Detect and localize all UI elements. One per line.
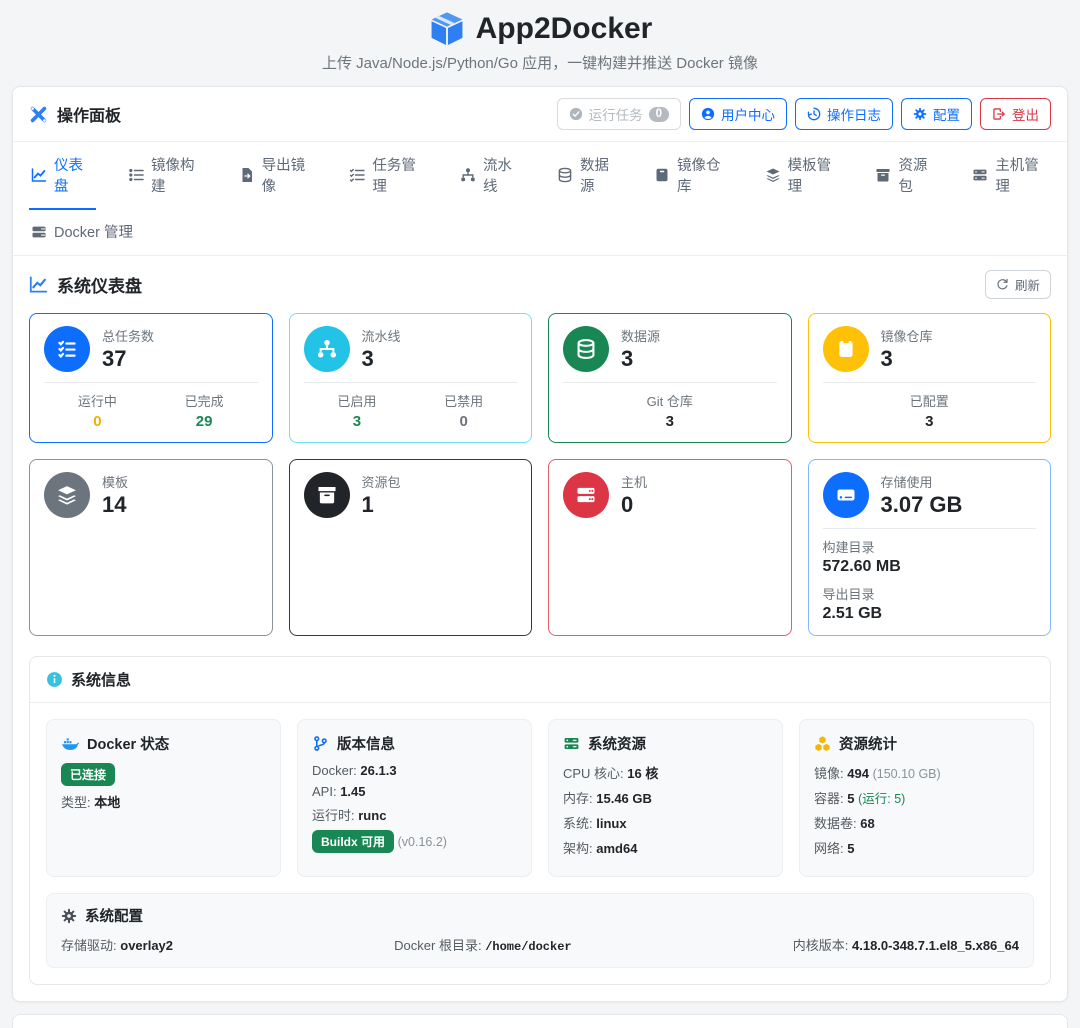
system-resources-card: 系统资源 CPU 核心: 16 核 内存: 15.46 GB 系统: linux… [548,719,783,877]
numbered-list-icon [128,167,144,183]
chart-line-icon [31,167,47,183]
task-checklist-icon [44,326,90,372]
hdd-stack-icon [972,167,988,183]
stat-card-data-source: 数据源3 Git 仓库3 [548,313,792,443]
history-clock-icon [807,107,821,121]
server-icon [563,735,580,752]
app-logo-box-icon [428,10,466,48]
database-icon [563,326,609,372]
tab-template-management[interactable]: 模板管理 [763,142,844,210]
tab-resource-package[interactable]: 资源包 [873,142,940,210]
stat-card-total-tasks: 总任务数37 运行中0 已完成29 [29,313,273,443]
system-info-section: 系统信息 Docker 状态 已连接 类型: 本地 版本信息 Doc [29,656,1051,985]
logout-icon [992,107,1006,121]
gear-icon [61,908,77,924]
stat-cards-grid: 总任务数37 运行中0 已完成29 流水线3 已启用3 已禁用0 [13,311,1067,656]
info-circle-icon [46,671,63,688]
buildx-badge: Buildx 可用 [312,830,394,853]
system-config-card: 系统配置 存储驱动: overlay2 Docker 根目录: /home/do… [46,893,1034,968]
gear-icon [913,107,927,121]
system-dashboard-section: 系统仪表盘 刷新 总任务数37 运行中0 已完成29 [13,256,1067,985]
page: { "colors": { "primary": "#0d6efd", "inf… [0,0,1080,927]
tab-export-image[interactable]: 导出镜像 [237,142,318,210]
storage-details: 构建目录 572.60 MB 导出目录 2.51 GB [823,537,1037,623]
docker-status-card: Docker 状态 已连接 类型: 本地 [46,719,281,877]
stat-card-pipeline: 流水线3 已启用3 已禁用0 [289,313,533,443]
registry-box-icon [654,167,670,183]
app-header: App2Docker 上传 Java/Node.js/Python/Go 应用，… [0,0,1080,73]
tab-image-build[interactable]: 镜像构建 [126,142,207,210]
tab-dashboard[interactable]: 仪表盘 [29,142,96,210]
tab-task-management[interactable]: 任务管理 [347,142,428,210]
docker-whale-icon [61,735,79,753]
stat-card-templates: 模板14 [29,459,273,636]
stat-card-image-registry: 镜像仓库3 已配置3 [808,313,1052,443]
package-box-icon [875,167,891,183]
next-panel-edge [12,1014,1068,1028]
main-tabs: 仪表盘 镜像构建 导出镜像 任务管理 流水线 数据源 [13,142,1067,256]
connected-badge: 已连接 [61,763,115,786]
panel-header: 操作面板 运行任务 0 用户中心 操作日志 配置 登出 [13,87,1067,142]
operation-panel: 操作面板 运行任务 0 用户中心 操作日志 配置 登出 [12,86,1068,1002]
running-tasks-button[interactable]: 运行任务 0 [557,98,681,130]
app-title: App2Docker [476,10,653,48]
panel-title: 操作面板 [57,102,121,126]
tab-docker-management[interactable]: Docker 管理 [29,209,135,256]
operation-log-button[interactable]: 操作日志 [795,98,893,130]
logout-button[interactable]: 登出 [980,98,1051,130]
refresh-button[interactable]: 刷新 [985,270,1051,299]
stat-card-storage: 存储使用3.07 GB 构建目录 572.60 MB 导出目录 2.51 GB [808,459,1052,636]
running-tasks-badge: 0 [649,107,669,122]
package-box-icon [304,472,350,518]
registry-container-icon [823,326,869,372]
checklist-icon [349,167,365,183]
tab-pipeline[interactable]: 流水线 [458,142,525,210]
app-subtitle: 上传 Java/Node.js/Python/Go 应用，一键构建并推送 Doc… [0,52,1080,73]
hdd-rack-icon [31,224,47,240]
hdd-icon [823,472,869,518]
database-icon [557,167,573,183]
person-circle-icon [701,107,715,121]
host-server-icon [563,472,609,518]
chart-line-icon [29,275,48,294]
resource-stats-card: 资源统计 镜像: 494 (150.10 GB) 容器: 5 (运行: 5) 数… [799,719,1034,877]
system-info-title: 系统信息 [71,669,131,690]
pipeline-nodes-icon [460,167,476,183]
tab-data-source[interactable]: 数据源 [555,142,622,210]
check-circle-icon [569,107,583,121]
layers-icon [765,167,781,183]
header-actions: 运行任务 0 用户中心 操作日志 配置 登出 [557,98,1051,130]
stat-card-hosts: 主机0 [548,459,792,636]
pipeline-nodes-icon [304,326,350,372]
tools-icon [29,105,48,124]
dashboard-title: 系统仪表盘 [57,272,142,297]
cubes-icon [814,735,831,752]
git-branch-icon [312,735,329,752]
refresh-icon [996,278,1009,291]
file-export-icon [239,167,255,183]
stat-card-resource-package: 资源包1 [289,459,533,636]
version-info-card: 版本信息 Docker: 26.1.3 API: 1.45 运行时: runc … [297,719,532,877]
layers-icon [44,472,90,518]
tab-host-management[interactable]: 主机管理 [970,142,1051,210]
user-center-button[interactable]: 用户中心 [689,98,787,130]
tab-image-registry[interactable]: 镜像仓库 [652,142,733,210]
config-button[interactable]: 配置 [901,98,972,130]
